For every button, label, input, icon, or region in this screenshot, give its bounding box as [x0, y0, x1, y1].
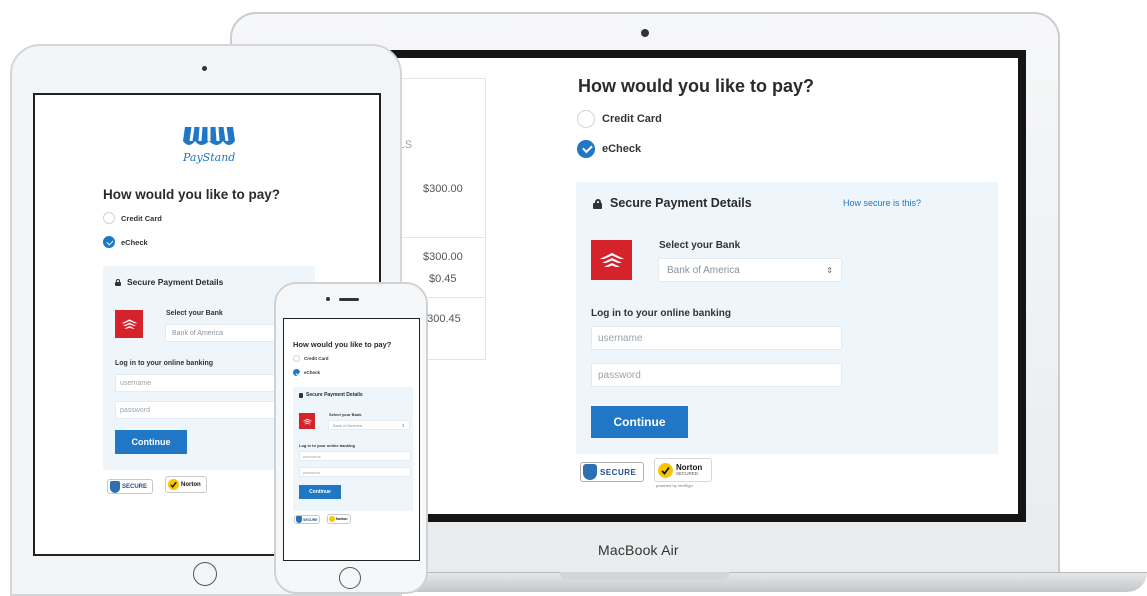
credit-card-option[interactable]: Credit Card	[103, 212, 162, 224]
laptop-camera	[641, 29, 649, 37]
bank-of-america-logo	[299, 413, 315, 429]
continue-button[interactable]: Continue	[299, 485, 341, 499]
norton-badge-text: Norton	[336, 517, 348, 521]
echeck-option[interactable]: eCheck	[577, 140, 641, 158]
phone-speaker	[339, 298, 359, 301]
panel-title: Secure Payment Details	[610, 196, 752, 210]
shield-icon	[110, 480, 120, 493]
bank-select-value: Bank of America	[667, 264, 740, 276]
bank-select[interactable]: Bank of America ⇕	[658, 258, 842, 282]
tablet-home-button[interactable]	[193, 562, 217, 586]
secure-badge: SECURE	[107, 479, 153, 494]
echeck-option[interactable]: eCheck	[103, 236, 148, 248]
echeck-label: eCheck	[602, 143, 642, 155]
username-input[interactable]: username	[299, 451, 411, 461]
bank-select-value: Bank of America	[172, 329, 223, 337]
lock-icon	[115, 279, 121, 286]
radio-button-checked[interactable]	[577, 140, 595, 158]
order-amount: $300.00	[423, 183, 463, 195]
credit-card-option[interactable]: Credit Card	[577, 110, 662, 128]
how-secure-link[interactable]: How secure is this?	[843, 198, 921, 208]
bank-select[interactable]: Bank of America ⇕	[328, 420, 410, 430]
page-title: How would you like to pay?	[578, 76, 815, 96]
login-label: Log in to your online banking	[299, 443, 355, 448]
norton-badge-subtext: SECURED	[676, 470, 699, 476]
secure-payment-panel: Secure Payment Details How secure is thi…	[576, 182, 998, 454]
phone-screen: How would you like to pay? Credit Card e…	[283, 318, 420, 561]
page-title: How would you like to pay?	[293, 340, 392, 349]
phone-home-button[interactable]	[339, 567, 361, 589]
radio-button[interactable]	[577, 110, 595, 128]
laptop-notch	[560, 572, 730, 580]
bank-label: Select your Bank	[659, 240, 741, 251]
storefront-awning-icon	[183, 126, 235, 145]
bank-label: Select your Bank	[166, 310, 223, 317]
checkmark-icon	[329, 516, 335, 522]
checkmark-icon	[658, 462, 673, 478]
secure-payment-panel: Secure Payment Details Select your Bank …	[293, 387, 413, 511]
paystand-logo: PayStand	[181, 123, 237, 169]
norton-badge-text: Norton	[181, 481, 201, 488]
secure-badge-text: SECURE	[600, 467, 637, 477]
order-amount: $0.45	[429, 273, 457, 285]
norton-badge: Norton	[327, 514, 351, 524]
radio-button-checked[interactable]	[293, 369, 300, 376]
checkmark-icon	[168, 479, 179, 490]
bank-of-america-logo	[591, 240, 632, 280]
username-input[interactable]: username	[591, 326, 842, 350]
password-input[interactable]: password	[299, 467, 411, 477]
verisign-text: powered by VeriSign	[656, 483, 693, 488]
secure-badge: SECURE	[294, 515, 320, 524]
select-arrows-icon: ⇕	[826, 265, 833, 275]
credit-card-option[interactable]: Credit Card	[293, 355, 329, 362]
panel-title: Secure Payment Details	[127, 277, 224, 287]
shield-icon	[296, 516, 302, 523]
continue-button[interactable]: Continue	[115, 430, 187, 454]
select-arrows-icon: ⇕	[401, 422, 405, 428]
secure-badge-text: SECURE	[303, 517, 318, 522]
logo-text: PayStand	[183, 151, 236, 164]
page-title: How would you like to pay?	[103, 187, 281, 202]
credit-card-label: Credit Card	[121, 213, 162, 223]
radio-button[interactable]	[103, 212, 115, 224]
credit-card-label: Credit Card	[602, 113, 662, 125]
radio-button-checked[interactable]	[103, 236, 115, 248]
bank-select-value: Bank of America	[333, 422, 363, 428]
radio-button[interactable]	[293, 355, 300, 362]
echeck-option[interactable]: eCheck	[293, 369, 320, 376]
continue-button[interactable]: Continue	[591, 406, 688, 438]
secure-badge: SECURE	[580, 462, 644, 482]
order-amount: $300.00	[423, 251, 463, 263]
phone-camera	[326, 297, 330, 301]
login-label: Log in to your online banking	[115, 360, 213, 367]
panel-title: Secure Payment Details	[306, 392, 363, 398]
secure-badge-text: SECURE	[122, 483, 148, 490]
norton-badge: Norton	[165, 476, 207, 493]
laptop-brand-label: MacBook Air	[598, 542, 679, 558]
credit-card-label: Credit Card	[304, 356, 329, 361]
echeck-label: eCheck	[121, 237, 148, 247]
password-input[interactable]: password	[591, 363, 842, 387]
norton-badge: Norton SECURED	[654, 458, 712, 482]
bank-of-america-logo	[115, 310, 143, 338]
tablet-camera	[202, 66, 207, 71]
echeck-label: eCheck	[304, 370, 321, 375]
lock-icon	[593, 199, 602, 209]
shield-icon	[583, 464, 597, 480]
bank-label: Select your Bank	[329, 412, 362, 417]
lock-icon	[299, 393, 303, 398]
login-label: Log in to your online banking	[591, 308, 731, 319]
